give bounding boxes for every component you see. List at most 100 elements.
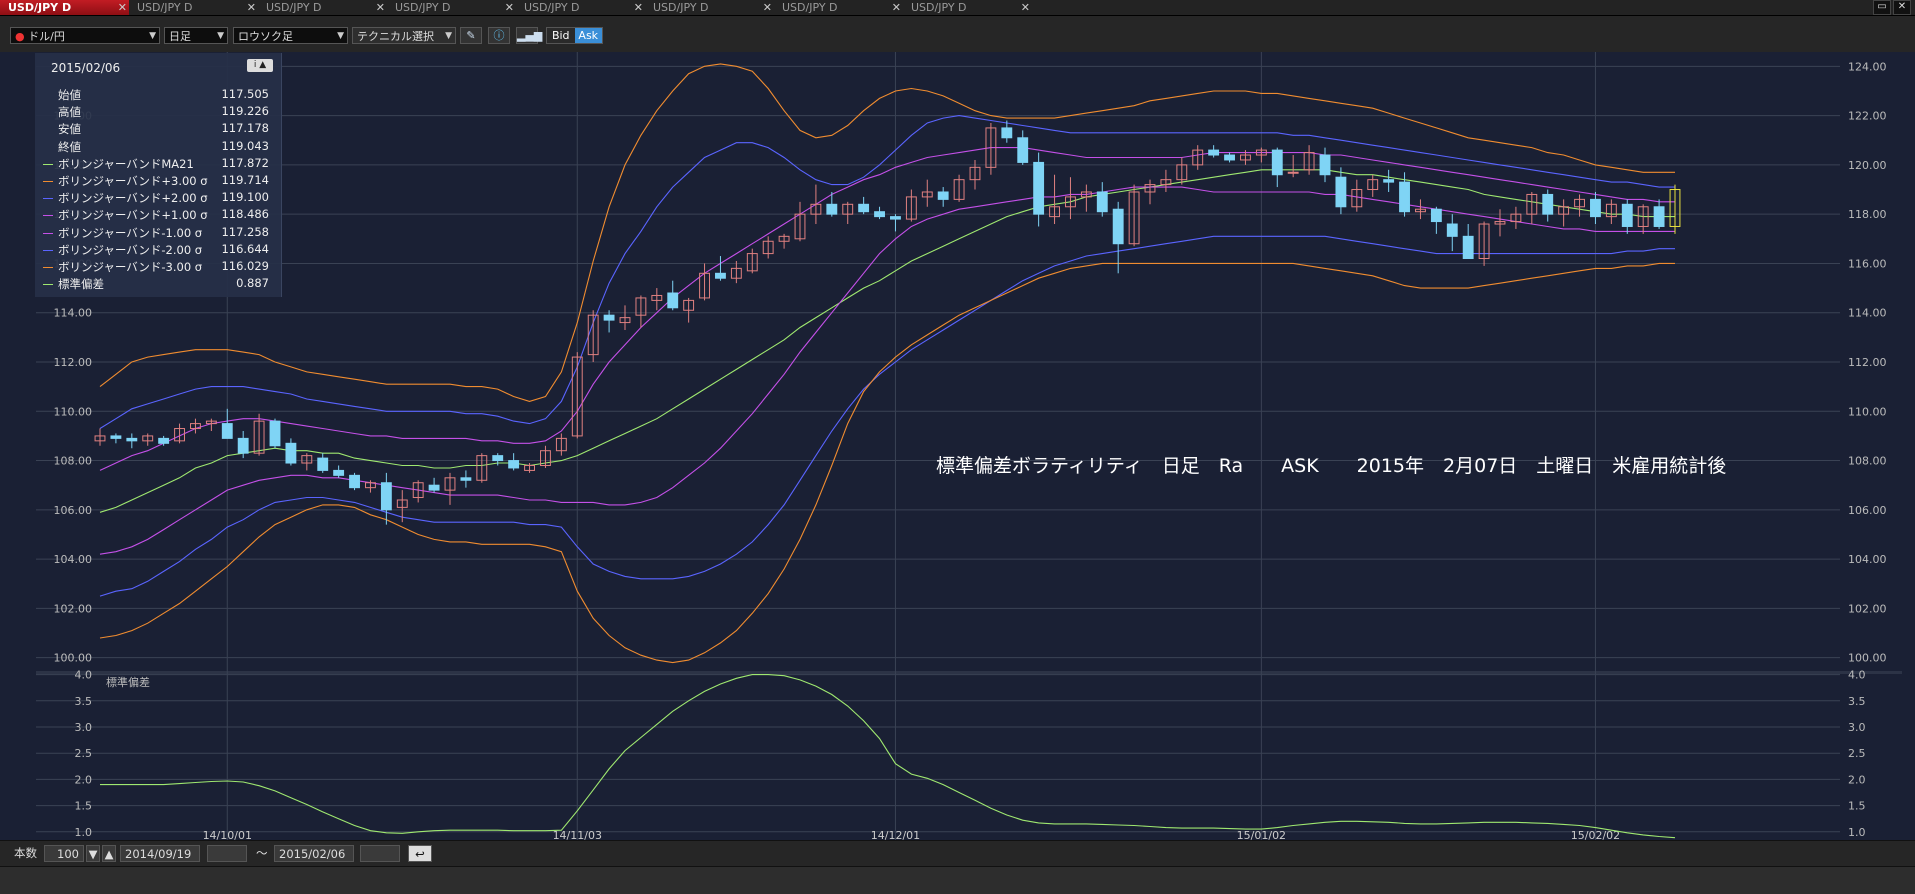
candle-body <box>1462 235 1474 260</box>
info-value: 119.100 <box>221 190 269 205</box>
flag-icon: ● <box>15 30 25 43</box>
from-date-input[interactable]: 2014/09/19 <box>120 845 200 862</box>
candle-body <box>508 460 520 469</box>
tab-6[interactable]: USD/JPY D ✕ <box>645 0 774 15</box>
candle-body <box>1271 149 1283 176</box>
candle-body <box>667 292 679 309</box>
info-collapse-button[interactable]: i ▲ <box>247 59 273 72</box>
candle-body <box>1287 171 1299 174</box>
chevron-down-icon: ▼ <box>217 31 224 41</box>
tilde: 〜 <box>256 846 268 860</box>
info-row: ボリンジャーバンド-3.00 σ 116.029 <box>43 259 269 276</box>
info-value: 116.029 <box>221 259 269 273</box>
y-tick-label-left: 2.0 <box>75 773 93 786</box>
info-value: 117.872 <box>221 155 269 170</box>
candle-body <box>380 482 392 511</box>
currency-pair-select[interactable]: ● ドル/円 ▼ <box>10 27 160 44</box>
y-tick-label-left: 106.00 <box>54 504 93 517</box>
close-tab-icon[interactable]: ✕ <box>634 0 643 15</box>
info-icon: ⓘ <box>493 29 505 42</box>
info-row: 終値 119.043 <box>43 139 269 156</box>
candle-body <box>237 437 249 454</box>
info-button[interactable]: ⓘ <box>488 27 510 44</box>
chart-area[interactable]: 124.00124.00122.00122.00120.00120.00118.… <box>0 52 1915 842</box>
y-tick-label-right: 1.0 <box>1848 826 1866 839</box>
close-tab-icon[interactable]: ✕ <box>247 0 256 15</box>
close-tab-icon[interactable]: ✕ <box>118 0 127 15</box>
tab-3[interactable]: USD/JPY D ✕ <box>258 0 387 15</box>
tab-1[interactable]: USD/JPY D ✕ <box>0 0 129 15</box>
tab-label: USD/JPY D <box>8 1 72 14</box>
currency-pair-label: ドル/円 <box>28 30 65 43</box>
info-value: 116.644 <box>221 241 269 256</box>
x-tick-label: 15/01/02 <box>1237 829 1286 840</box>
series-swatch <box>43 215 53 217</box>
info-row: ボリンジャーバンドMA21 117.872 <box>43 156 269 173</box>
info-label: ボリンジャーバンド-3.00 σ <box>58 260 203 274</box>
y-tick-label-right: 118.00 <box>1848 208 1887 221</box>
tab-label: USD/JPY D <box>266 1 322 14</box>
technical-select[interactable]: テクニカル選択 ▼ <box>352 27 456 44</box>
tab-label: USD/JPY D <box>782 1 838 14</box>
x-tick-label: 14/12/01 <box>871 829 920 840</box>
tab-8[interactable]: USD/JPY D ✕ <box>903 0 1032 15</box>
close-icon[interactable]: ✕ <box>1893 0 1911 15</box>
count-dropdown[interactable]: ▼ <box>86 845 100 862</box>
close-tab-icon[interactable]: ✕ <box>763 0 772 15</box>
tab-bar: USD/JPY D ✕ USD/JPY D ✕ USD/JPY D ✕ USD/JPY D ✕… <box>0 0 1915 16</box>
info-value: 117.258 <box>221 224 269 239</box>
chart-type-select[interactable]: ロウソク足 ▼ <box>233 27 348 44</box>
bid-ask-toggle[interactable]: Bid Ask <box>546 27 603 44</box>
tab-label: USD/JPY D <box>524 1 580 14</box>
candle-body <box>317 457 329 471</box>
count-up[interactable]: ▲ <box>102 845 116 862</box>
ask-button[interactable]: Ask <box>574 28 602 43</box>
volume-button[interactable]: ▂▄▆ <box>516 27 542 44</box>
chevron-down-icon: ▼ <box>445 31 452 41</box>
y-tick-label-left: 104.00 <box>54 553 93 566</box>
period-select[interactable]: 日足 ▼ <box>164 27 228 44</box>
close-tab-icon[interactable]: ✕ <box>892 0 901 15</box>
info-label: ボリンジャーバンド-1.00 σ <box>58 225 203 240</box>
count-label: 本数 <box>14 846 37 860</box>
info-value: 117.178 <box>221 121 269 136</box>
pane-divider <box>36 671 1902 674</box>
bid-button[interactable]: Bid <box>547 28 575 43</box>
info-label: ボリンジャーバンド+2.00 σ <box>58 191 208 206</box>
chart-svg: 124.00124.00122.00122.00120.00120.00118.… <box>0 52 1915 842</box>
bars-icon: ▂▄▆ <box>517 29 543 42</box>
y-tick-label-left: 110.00 <box>54 405 93 418</box>
window-controls: ▭ ✕ <box>1873 0 1911 15</box>
series-swatch <box>43 181 53 182</box>
info-value: 119.043 <box>221 138 269 153</box>
close-tab-icon[interactable]: ✕ <box>505 0 514 15</box>
apply-range-button[interactable]: ↩ <box>408 845 432 862</box>
to-date-input[interactable]: 2015/02/06 <box>274 845 354 862</box>
candle-body <box>126 437 138 442</box>
y-tick-label-right: 116.00 <box>1848 257 1887 270</box>
tab-5[interactable]: USD/JPY D ✕ <box>516 0 645 15</box>
close-tab-icon[interactable]: ✕ <box>376 0 385 15</box>
y-tick-label-left: 102.00 <box>54 602 93 615</box>
close-tab-icon[interactable]: ✕ <box>1021 0 1030 15</box>
draw-pen-button[interactable]: ✎ <box>460 27 482 44</box>
count-input[interactable]: 100 <box>44 845 84 862</box>
candle-body <box>1653 206 1665 227</box>
tab-2[interactable]: USD/JPY D ✕ <box>129 0 258 15</box>
candle-body <box>460 477 472 481</box>
y-tick-label-left: 1.0 <box>75 826 93 839</box>
series-swatch <box>43 232 53 234</box>
restore-icon[interactable]: ▭ <box>1873 0 1891 15</box>
candle-body <box>1001 127 1013 139</box>
tab-4[interactable]: USD/JPY D ✕ <box>387 0 516 15</box>
to-time-input[interactable] <box>360 845 400 862</box>
candle-body <box>349 474 360 489</box>
series-swatch <box>43 249 53 251</box>
y-tick-label-right: 1.5 <box>1848 800 1866 813</box>
candle-body <box>1033 161 1045 215</box>
y-tick-label-right: 122.00 <box>1848 110 1887 123</box>
candle-body <box>1017 137 1029 163</box>
y-tick-label-left: 1.5 <box>75 800 93 813</box>
from-time-input[interactable] <box>207 845 247 862</box>
tab-7[interactable]: USD/JPY D ✕ <box>774 0 903 15</box>
